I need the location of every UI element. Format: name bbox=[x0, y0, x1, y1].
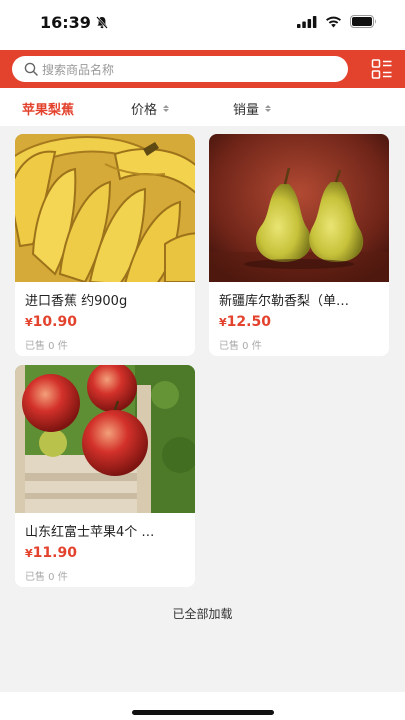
sold-count: 已售 0 件 bbox=[25, 341, 68, 352]
search-placeholder: 搜索商品名称 bbox=[42, 62, 115, 77]
sold-count: 已售 0 件 bbox=[219, 341, 262, 352]
mute-bell-icon bbox=[96, 16, 108, 29]
wifi-icon bbox=[326, 16, 341, 27]
currency-symbol: ¥ bbox=[25, 547, 33, 560]
sort-arrows-icon bbox=[265, 105, 272, 112]
product-image-apples bbox=[15, 365, 195, 513]
filter-price[interactable]: 价格 bbox=[131, 99, 170, 118]
bottom-safe-area bbox=[0, 692, 405, 720]
search-header: 搜索商品名称 bbox=[0, 50, 405, 88]
price-value: 10.90 bbox=[32, 314, 77, 330]
currency-symbol: ¥ bbox=[25, 316, 33, 329]
cellular-signal-icon bbox=[297, 15, 317, 28]
product-title: 山东红富士苹果4个 … bbox=[25, 525, 155, 540]
layout-toggle-icon[interactable] bbox=[371, 58, 393, 80]
filter-category[interactable]: 苹果梨蕉 bbox=[22, 99, 74, 118]
product-price: ¥11.90 bbox=[25, 545, 77, 561]
product-price: ¥12.50 bbox=[219, 314, 271, 330]
product-card[interactable]: 进口香蕉 约900g ¥10.90 已售 0 件 bbox=[15, 134, 195, 356]
filter-sales[interactable]: 销量 bbox=[233, 99, 272, 118]
search-icon bbox=[24, 62, 38, 76]
product-title: 进口香蕉 约900g bbox=[25, 294, 128, 309]
product-card[interactable]: 新疆库尔勒香梨（单… ¥12.50 已售 0 件 bbox=[209, 134, 389, 356]
all-loaded-text: 已全部加载 bbox=[172, 607, 233, 621]
product-title: 新疆库尔勒香梨（单… bbox=[219, 294, 350, 309]
currency-symbol: ¥ bbox=[219, 316, 227, 329]
filter-category-label: 苹果梨蕉 bbox=[22, 103, 75, 118]
sort-arrows-icon bbox=[163, 105, 170, 112]
filter-bar: 苹果梨蕉 价格 销量 bbox=[0, 88, 405, 126]
sold-count: 已售 0 件 bbox=[25, 572, 68, 583]
product-image-bananas bbox=[15, 134, 195, 282]
home-indicator[interactable] bbox=[132, 710, 274, 715]
product-card[interactable]: 山东红富士苹果4个 … ¥11.90 已售 0 件 bbox=[15, 365, 195, 587]
status-time: 16:39 bbox=[40, 13, 91, 32]
battery-icon bbox=[350, 15, 376, 28]
price-value: 12.50 bbox=[226, 314, 271, 330]
filter-sales-label: 销量 bbox=[233, 103, 260, 118]
price-value: 11.90 bbox=[32, 545, 77, 561]
product-price: ¥10.90 bbox=[25, 314, 77, 330]
search-input[interactable]: 搜索商品名称 bbox=[12, 56, 348, 82]
filter-price-label: 价格 bbox=[131, 103, 158, 118]
status-bar: 16:39 bbox=[0, 0, 405, 50]
product-image-pears bbox=[209, 134, 389, 282]
